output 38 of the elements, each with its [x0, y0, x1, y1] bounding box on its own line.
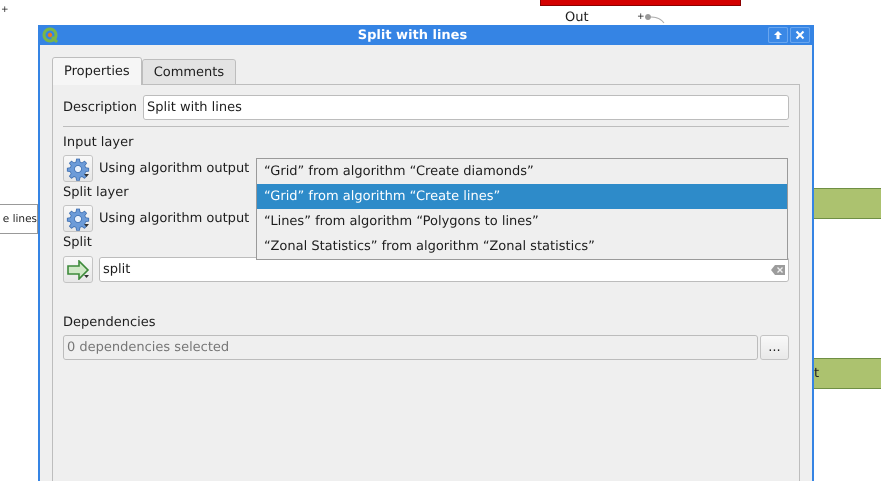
parameter-label: Input layer [63, 135, 134, 150]
parameter-label: Split [63, 235, 92, 250]
output-node[interactable] [813, 188, 881, 219]
dropdown-item[interactable]: “Zonal Statistics” from algorithm “Zonal statistics” [257, 234, 787, 259]
caret-icon [84, 275, 89, 278]
dropdown-item[interactable]: “Grid” from algorithm “Create diamonds” [257, 159, 787, 184]
dropdown-item[interactable]: “Grid” from algorithm “Create lines” [257, 184, 787, 209]
window-title: Split with lines [356, 28, 468, 42]
field-label: Dependencies [63, 315, 156, 330]
tab[interactable]: Comments [142, 59, 236, 84]
field-label: Description [63, 100, 138, 115]
app-logo-icon [42, 26, 59, 44]
connector-drawing [644, 12, 666, 24]
plus-mark[interactable]: + [637, 13, 645, 22]
dropdown-item[interactable]: “Lines” from algorithm “Polygons to lines” [257, 209, 787, 234]
output-field[interactable]: split [99, 257, 789, 282]
gear-icon [66, 156, 90, 180]
maximize-button[interactable] [768, 27, 788, 43]
output-node[interactable]: t [813, 358, 881, 389]
source-text: Using algorithm output [99, 161, 250, 176]
clear-icon[interactable] [771, 264, 785, 274]
source-button[interactable] [63, 155, 93, 182]
parameter-label: Split layer [63, 185, 129, 200]
source-button[interactable] [63, 256, 93, 283]
port-label: Out [565, 10, 589, 25]
gear-icon [66, 206, 90, 230]
source-button[interactable] [63, 205, 93, 232]
close-button[interactable] [790, 27, 810, 43]
tab[interactable]: Properties [52, 57, 142, 85]
close-icon [795, 30, 805, 40]
arrow-icon [66, 260, 90, 280]
plus-mark[interactable]: + [1, 6, 9, 15]
input-node[interactable]: e lines [0, 204, 38, 234]
description-field[interactable]: Split with lines [143, 95, 789, 120]
up-arrow-icon [773, 30, 783, 40]
caret-icon [84, 174, 89, 177]
caret-icon [84, 224, 89, 227]
source-text: Using algorithm output [99, 211, 250, 226]
